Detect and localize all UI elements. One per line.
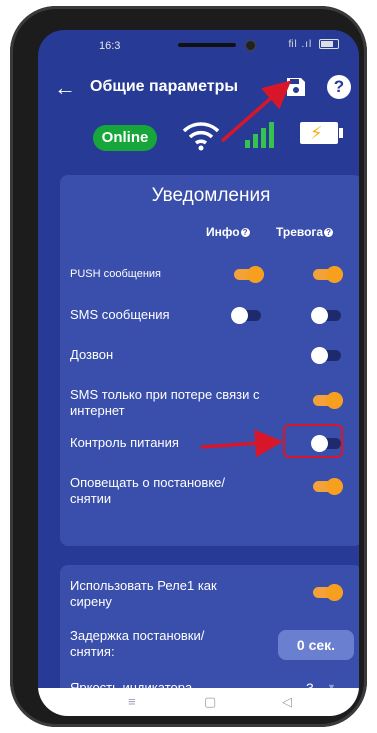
battery-indicator-icon <box>319 39 339 50</box>
arm-delay-button[interactable]: 0 сек. <box>278 630 354 660</box>
sms-info-toggle[interactable] <box>231 307 261 324</box>
notifications-title: Уведомления <box>151 185 271 206</box>
help-icon[interactable]: ? <box>327 75 351 99</box>
app-screen: 16:3 ﬁl .ıl ← Общие параметры ? Online ⚡… <box>38 30 359 716</box>
system-nav-bar: ≡ ▢ ◁ <box>38 688 359 716</box>
page-title: Общие параметры <box>90 78 239 95</box>
status-bar: 16:3 ﬁl .ıl <box>38 30 359 60</box>
app-bar: ← Общие параметры ? <box>38 70 359 110</box>
relay-siren-label: Использовать Реле1 как сирену <box>70 578 217 609</box>
notifications-card: Уведомления Инфо? Тревога? PUSH сообщени… <box>60 175 359 546</box>
power-control-label: Контроль питания <box>70 435 179 450</box>
info-help-icon[interactable]: ? <box>240 228 250 238</box>
call-label: Дозвон <box>70 347 114 362</box>
push-label: PUSH сообщения <box>70 268 161 280</box>
back-nav-icon[interactable]: ◁ <box>282 694 292 710</box>
status-time: 16:3 <box>99 40 121 52</box>
save-icon[interactable] <box>285 76 307 98</box>
alarm-help-icon[interactable]: ? <box>324 228 334 238</box>
cellular-signal-icon <box>245 122 274 148</box>
sms-label: SMS сообщения <box>70 307 170 322</box>
menu-nav-icon[interactable]: ≡ <box>128 694 136 709</box>
status-indicators: ﬁl .ıl <box>288 39 339 50</box>
relay-siren-toggle[interactable] <box>313 584 343 601</box>
back-arrow-icon[interactable]: ← <box>54 76 76 100</box>
arm-disarm-notify-label: Оповещать о постановке/снятии <box>70 475 225 506</box>
sms-alarm-toggle[interactable] <box>311 307 341 324</box>
info-column-header: Инфо? <box>206 225 250 239</box>
arm-disarm-notify-alarm-toggle[interactable] <box>313 478 343 495</box>
wifi-icon <box>182 122 220 151</box>
push-info-toggle[interactable] <box>234 266 264 283</box>
power-toggle-highlight-box <box>283 424 343 458</box>
call-alarm-toggle[interactable] <box>311 347 341 364</box>
signal-indicator-icon: ﬁl .ıl <box>288 39 313 50</box>
front-camera <box>245 40 256 51</box>
sms-internet-loss-alarm-toggle[interactable] <box>313 392 343 409</box>
online-badge: Online <box>93 125 157 151</box>
speaker-grille <box>178 43 236 47</box>
alarm-column-header: Тревога? <box>276 225 334 239</box>
home-nav-icon[interactable]: ▢ <box>204 694 216 710</box>
push-alarm-toggle[interactable] <box>313 266 343 283</box>
phone-frame: 16:3 ﬁl .ıl ← Общие параметры ? Online ⚡… <box>10 6 367 727</box>
arm-delay-label: Задержка постановки/снятия: <box>70 628 205 659</box>
battery-charging-icon: ⚡ <box>300 122 343 144</box>
sms-internet-loss-label: SMS только при потере связи с интернет <box>70 387 260 418</box>
